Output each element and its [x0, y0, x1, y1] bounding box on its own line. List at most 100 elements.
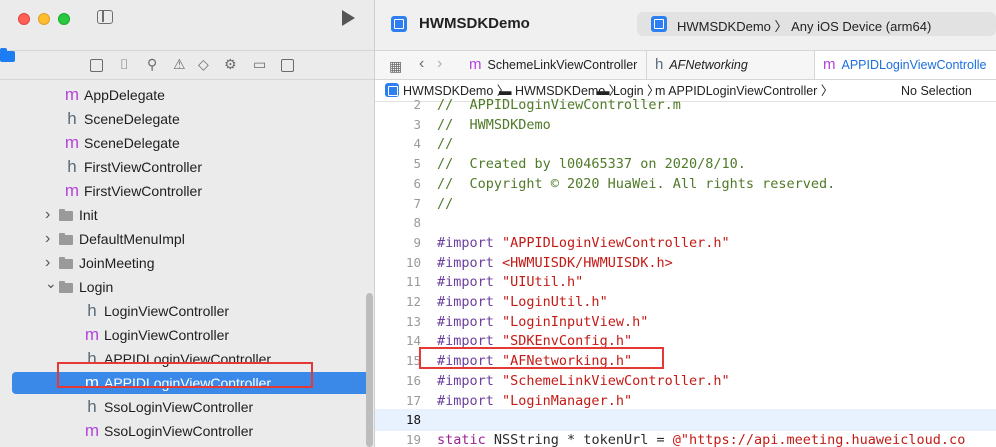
- code-line[interactable]: 6 // Copyright © 2020 HuaWei. All rights …: [375, 173, 996, 195]
- code-line[interactable]: 2 // APPIDLoginViewController.m: [375, 94, 996, 116]
- code-text: // HWMSDKDemo: [437, 116, 551, 133]
- file-item[interactable]: m AppDelegate: [0, 84, 372, 106]
- minimize-window-button[interactable]: [38, 13, 50, 25]
- project-title: HWMSDKDemo: [419, 15, 530, 32]
- code-text: // Created by l00465337 on 2020/8/10.: [437, 156, 746, 173]
- code-text: #import "LoginManager.h": [437, 392, 633, 409]
- related-items-grid-icon[interactable]: ▦: [389, 58, 402, 75]
- code-line[interactable]: 12 #import "LoginUtil.h": [375, 291, 996, 313]
- file-item-label: AppDelegate: [84, 87, 165, 103]
- file-item-label: FirstViewController: [84, 183, 202, 199]
- code-line[interactable]: 13 #import "LoginInputView.h": [375, 311, 996, 333]
- file-item[interactable]: h SsoLoginViewController: [0, 396, 372, 418]
- editor-tab-bar: ▦ ‹ › m SchemeLinkViewController h AFNetwor…: [375, 50, 996, 80]
- objc-implementation-file-icon: m: [64, 85, 80, 104]
- project-app-icon: [391, 16, 407, 32]
- sidebar-toggle-icon[interactable]: [97, 10, 113, 24]
- back-chevron-icon[interactable]: ‹: [419, 55, 424, 73]
- code-text: #import "LoginUtil.h": [437, 294, 608, 310]
- code-line[interactable]: 10 #import <HWMUISDK/HWMUISDK.h>: [375, 252, 996, 274]
- folder-group[interactable]: › JoinMeeting: [0, 252, 372, 274]
- code-line[interactable]: 11 #import "UIUtil.h": [375, 271, 996, 293]
- file-item[interactable]: h SceneDelegate: [0, 108, 372, 130]
- code-line[interactable]: 17 #import "LoginManager.h": [375, 390, 996, 412]
- editor-area: HWMSDKDemo HWMSDKDemo 〉 Any iOS Device (…: [375, 0, 996, 447]
- disclosure-closed-icon[interactable]: ›: [45, 228, 55, 250]
- window-toolbar: HWMSDKDemo HWMSDKDemo 〉 Any iOS Device (…: [375, 0, 996, 50]
- file-item-label: SsoLoginViewController: [104, 399, 254, 415]
- test-diamond-icon[interactable]: ◇: [198, 57, 209, 73]
- line-number: 10: [405, 254, 421, 270]
- report-icon[interactable]: [281, 59, 294, 72]
- code-line[interactable]: 3 // HWMSDKDemo: [375, 114, 996, 136]
- header-file-icon: h: [87, 397, 97, 416]
- file-item-label: Login: [79, 279, 114, 295]
- debug-icon[interactable]: ⚙: [224, 57, 237, 73]
- line-number: 2: [413, 97, 421, 112]
- line-number: 14: [405, 333, 421, 349]
- code-line[interactable]: 16 #import "SchemeLinkViewController.h": [375, 370, 996, 392]
- breakpoint-icon[interactable]: ▭: [253, 57, 266, 73]
- navigator-scrollbar[interactable]: [366, 293, 373, 447]
- source-control-icon[interactable]: [90, 59, 103, 72]
- code-line[interactable]: 9 #import "APPIDLoginViewController.h": [375, 232, 996, 254]
- objc-implementation-file-icon: m: [84, 325, 100, 344]
- file-item[interactable]: m SsoLoginViewController: [0, 420, 372, 442]
- code-text: // APPIDLoginViewController.m: [437, 97, 681, 113]
- line-number: 4: [413, 136, 421, 152]
- navigator-toolbar: ⌷ ⚲ ⚠ ◇ ⚙ ▭: [0, 50, 374, 80]
- code-line[interactable]: 4 //: [375, 133, 996, 155]
- code-text: // Copyright © 2020 HuaWei. All rights r…: [437, 175, 836, 192]
- disclosure-closed-icon[interactable]: ›: [45, 252, 55, 274]
- folder-group[interactable]: › DefaultMenuImpl: [0, 228, 372, 250]
- file-item-label: SceneDelegate: [84, 135, 180, 151]
- line-number: 6: [413, 175, 421, 191]
- editor-tab[interactable]: h AFNetworking: [647, 51, 815, 79]
- project-navigator: ⌷ ⚲ ⚠ ◇ ⚙ ▭ m AppDelegate h SceneDelegate m S…: [0, 0, 375, 447]
- file-item-label: JoinMeeting: [79, 255, 155, 271]
- file-item[interactable]: h FirstViewController: [0, 156, 372, 178]
- run-button[interactable]: [342, 10, 355, 26]
- disclosure-closed-icon[interactable]: ›: [45, 204, 55, 226]
- disclosure-open-icon[interactable]: ⌄: [45, 272, 57, 294]
- annotation-highlight-afnetworking-import: [419, 347, 664, 369]
- line-number: 16: [405, 372, 421, 388]
- file-item[interactable]: m LoginViewController: [0, 324, 372, 346]
- objc-implementation-file-icon: m: [823, 56, 836, 73]
- source-code-editor[interactable]: 2 // APPIDLoginViewController.m 3 // HWMSDK…: [375, 97, 996, 447]
- editor-tab[interactable]: m APPIDLoginViewControlle: [815, 51, 996, 79]
- code-text: //: [437, 195, 454, 212]
- folder-group[interactable]: ⌄ Login: [0, 275, 372, 298]
- forward-chevron-icon[interactable]: ›: [437, 55, 442, 73]
- zoom-window-button[interactable]: [58, 13, 70, 25]
- line-number: 19: [405, 431, 421, 447]
- file-item[interactable]: h LoginViewController: [0, 300, 372, 322]
- editor-tab-label: APPIDLoginViewControlle: [841, 58, 987, 72]
- file-item[interactable]: m SceneDelegate: [0, 132, 372, 154]
- objc-implementation-file-icon: m: [84, 421, 100, 440]
- project-navigator-folder-icon[interactable]: [0, 51, 15, 62]
- code-line[interactable]: 8: [375, 212, 996, 234]
- scheme-selector[interactable]: HWMSDKDemo 〉 Any iOS Device (arm64): [637, 12, 996, 36]
- line-number: 3: [413, 116, 421, 132]
- file-item-label: LoginViewController: [104, 303, 230, 319]
- file-item[interactable]: m FirstViewController: [0, 180, 372, 202]
- code-text: #import "APPIDLoginViewController.h": [437, 234, 730, 251]
- objc-implementation-file-icon: m: [469, 56, 482, 73]
- code-line[interactable]: 7 //: [375, 193, 996, 215]
- folder-group[interactable]: › Init: [0, 204, 372, 226]
- code-text: #import "SchemeLinkViewController.h": [437, 372, 730, 389]
- editor-tab-label: AFNetworking: [669, 58, 748, 72]
- search-icon[interactable]: ⚲: [147, 57, 157, 73]
- header-file-icon: h: [67, 157, 77, 176]
- code-line[interactable]: 18: [375, 409, 996, 432]
- header-file-icon: h: [87, 301, 97, 320]
- folder-icon: [59, 281, 73, 293]
- code-line[interactable]: 5 // Created by l00465337 on 2020/8/10.: [375, 153, 996, 175]
- editor-tab[interactable]: m SchemeLinkViewController: [461, 51, 647, 79]
- issue-warning-icon[interactable]: ⚠: [173, 57, 186, 73]
- close-window-button[interactable]: [18, 13, 30, 25]
- folder-icon: [59, 209, 73, 221]
- code-line[interactable]: 19 static NSString * tokenUrl = @"https:/…: [375, 429, 996, 447]
- bookmark-icon[interactable]: ⌷: [120, 57, 128, 73]
